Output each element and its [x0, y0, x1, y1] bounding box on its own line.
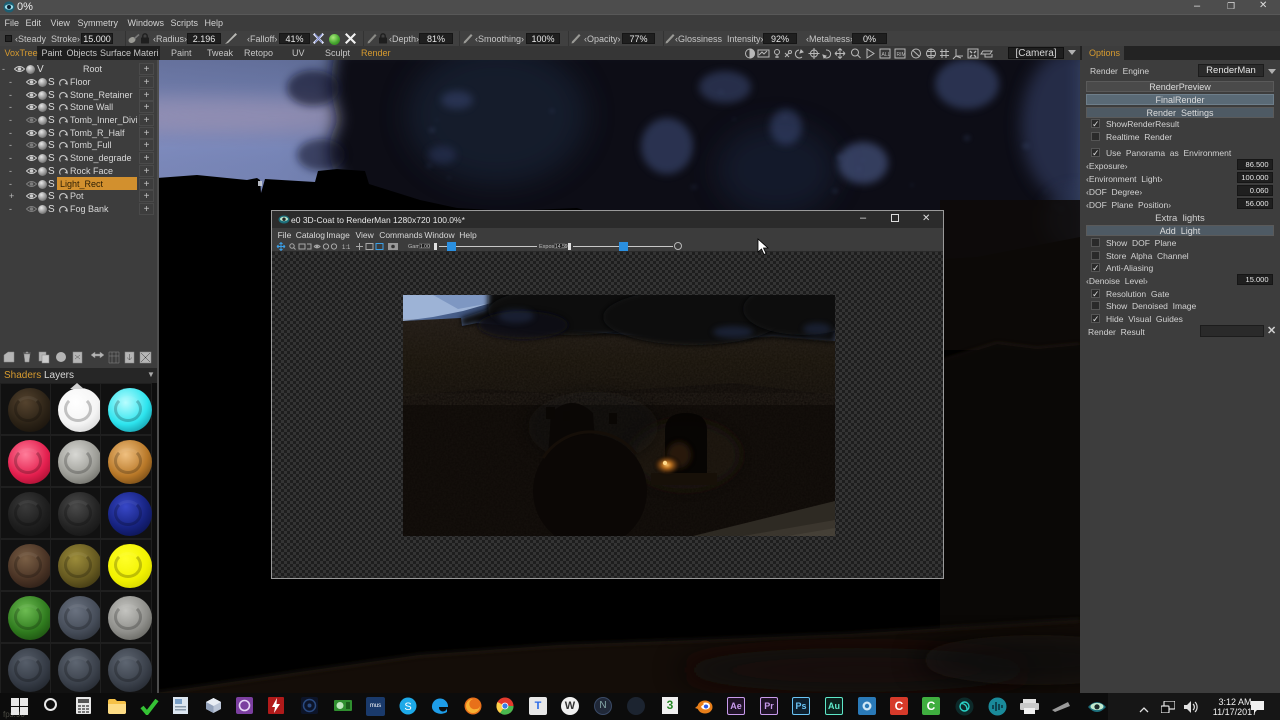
svg-text:1:1: 1:1: [342, 245, 351, 251]
svg-text:RIM: RIM: [897, 52, 906, 58]
svg-text:ALL: ALL: [882, 52, 891, 58]
svg-text:S: S: [404, 701, 411, 713]
